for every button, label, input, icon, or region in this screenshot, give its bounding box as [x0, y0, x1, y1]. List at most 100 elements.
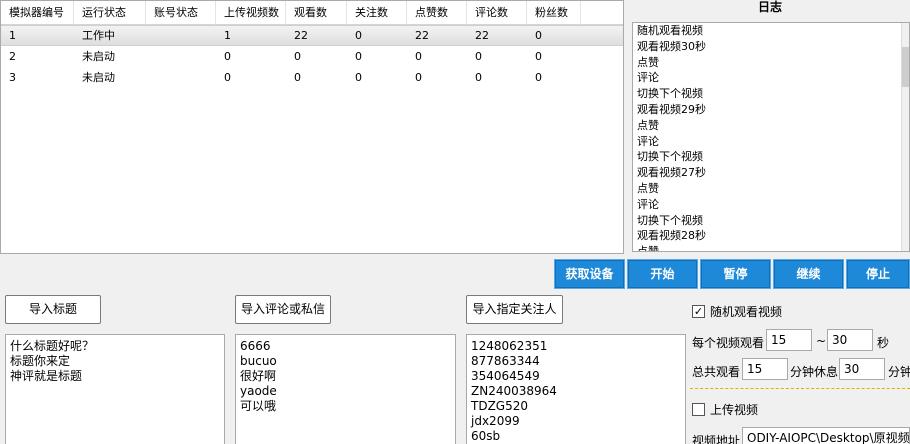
cell-fans: 0 — [535, 50, 542, 63]
emulator-table[interactable]: 模拟器编号 运行状态 账号状态 上传视频数 观看数 关注数 点赞数 评论数 粉丝… — [0, 0, 624, 254]
log-title: 日志 — [757, 0, 782, 14]
cell-follows: 0 — [355, 71, 362, 84]
cell-emulator-id: 2 — [9, 50, 16, 63]
per-video-label: 每个视频观看 — [692, 336, 765, 350]
column-header-views[interactable]: 观看数 — [286, 1, 347, 25]
table-row[interactable]: 1 工作中 1 22 0 22 22 0 — [1, 25, 623, 46]
column-header-follows[interactable]: 关注数 — [347, 1, 407, 25]
column-header-emulator-id[interactable]: 模拟器编号 — [1, 1, 74, 25]
seconds-unit: 秒 — [877, 336, 890, 350]
log-entry: 点赞 — [637, 55, 659, 69]
cell-views: 0 — [294, 50, 301, 63]
video-path-input[interactable]: ODIY-AIOPC\Desktop\原视频 — [742, 427, 910, 444]
per-video-max-input[interactable]: 30 — [827, 329, 873, 351]
table-header: 模拟器编号 运行状态 账号状态 上传视频数 观看数 关注数 点赞数 评论数 粉丝… — [1, 1, 623, 25]
import-comments-button[interactable]: 导入评论或私信 — [235, 295, 331, 324]
follow-id-line: 877863344 — [471, 354, 540, 368]
log-entry: 切换下个视频 — [637, 87, 703, 101]
follow-id-line: 354064549 — [471, 369, 540, 383]
minutes-unit: 分钟 — [888, 365, 910, 379]
cell-likes: 22 — [415, 29, 429, 42]
log-scrollbar[interactable] — [901, 23, 909, 251]
title-line: 标题你来定 — [10, 354, 71, 368]
column-header-likes[interactable]: 点赞数 — [407, 1, 467, 25]
log-entry: 观看视频29秒 — [637, 102, 706, 116]
range-separator: ~ — [816, 334, 827, 348]
cell-likes: 0 — [415, 50, 422, 63]
cell-follows: 0 — [355, 50, 362, 63]
log-entry: 评论 — [637, 71, 659, 85]
follow-id-line: ZN240038964 — [471, 384, 557, 398]
table-row[interactable]: 3 未启动 0 0 0 0 0 0 — [1, 67, 623, 88]
column-header-account-status[interactable]: 账号状态 — [146, 1, 216, 25]
cell-comments: 22 — [475, 29, 489, 42]
log-entry: 点赞 — [637, 245, 659, 252]
cell-likes: 0 — [415, 71, 422, 84]
stop-button[interactable]: 停止 — [846, 259, 910, 289]
import-follow-button[interactable]: 导入指定关注人 — [466, 295, 563, 324]
log-entry: 点赞 — [637, 181, 659, 195]
log-scrollbar-thumb[interactable] — [902, 47, 909, 87]
cell-comments: 0 — [475, 50, 482, 63]
comment-line: 6666 — [240, 339, 271, 353]
cell-run-status: 未启动 — [82, 71, 115, 84]
get-device-button[interactable]: 获取设备 — [554, 259, 625, 289]
total-watch-input[interactable]: 15 — [742, 358, 788, 380]
upload-video-label: 上传视频 — [710, 403, 759, 417]
cell-fans: 0 — [535, 29, 542, 42]
log-list[interactable]: 随机观看视频 观看视频30秒 点赞 评论 切换下个视频 观看视频29秒 点赞 评… — [632, 22, 910, 252]
random-watch-label: 随机观看视频 — [710, 305, 783, 319]
upload-video-option[interactable]: 上传视频 — [692, 401, 758, 418]
column-header-uploads[interactable]: 上传视频数 — [216, 1, 286, 25]
log-entry: 观看视频28秒 — [637, 229, 706, 243]
start-button[interactable]: 开始 — [627, 259, 698, 289]
column-header-fans[interactable]: 粉丝数 — [527, 1, 581, 25]
log-entry: 观看视频30秒 — [637, 39, 706, 53]
settings-separator — [690, 388, 910, 389]
comment-line: 可以哦 — [240, 399, 277, 413]
cell-emulator-id: 1 — [9, 29, 16, 42]
total-watch-label: 总共观看 — [692, 365, 741, 379]
title-line: 神评就是标题 — [10, 369, 83, 383]
cell-uploads: 1 — [224, 29, 231, 42]
cell-run-status: 未启动 — [82, 50, 115, 63]
follow-id-line: jdx2099 — [471, 414, 520, 428]
comments-textarea[interactable]: 6666 bucuo 很好啊 yaode 可以哦 — [235, 334, 456, 444]
log-entry: 切换下个视频 — [637, 150, 703, 164]
random-watch-checkbox[interactable]: ✓ — [692, 305, 705, 318]
follow-ids-textarea[interactable]: 1248062351 877863344 354064549 ZN2400389… — [466, 334, 686, 444]
cell-account-status — [146, 26, 216, 45]
comment-line: bucuo — [240, 354, 277, 368]
rest-input[interactable]: 30 — [839, 358, 885, 380]
pause-button[interactable]: 暂停 — [700, 259, 771, 289]
random-watch-option[interactable]: ✓ 随机观看视频 — [692, 303, 782, 320]
cell-emulator-id: 3 — [9, 71, 16, 84]
titles-textarea[interactable]: 什么标题好呢？ 标题你来定 神评就是标题 — [5, 334, 225, 444]
log-entry: 评论 — [637, 134, 659, 148]
comment-line: yaode — [240, 384, 277, 398]
cell-uploads: 0 — [224, 50, 231, 63]
per-video-min-input[interactable]: 15 — [766, 329, 812, 351]
cell-run-status: 工作中 — [82, 29, 115, 42]
upload-video-checkbox[interactable] — [692, 403, 705, 416]
cell-follows: 0 — [355, 29, 362, 42]
import-titles-button[interactable]: 导入标题 — [5, 295, 101, 324]
cell-account-status — [146, 46, 216, 67]
follow-id-line: TDZG520 — [471, 399, 528, 413]
resume-button[interactable]: 继续 — [773, 259, 844, 289]
cell-fans: 0 — [535, 71, 542, 84]
table-row[interactable]: 2 未启动 0 0 0 0 0 0 — [1, 46, 623, 67]
cell-uploads: 0 — [224, 71, 231, 84]
cell-comments: 0 — [475, 71, 482, 84]
log-entry: 随机观看视频 — [637, 24, 703, 37]
comment-line: 很好啊 — [240, 369, 277, 383]
video-path-label: 视频地址 — [692, 434, 741, 444]
follow-id-line: 1248062351 — [471, 339, 548, 353]
column-header-comments[interactable]: 评论数 — [467, 1, 527, 25]
cell-views: 0 — [294, 71, 301, 84]
log-entry: 点赞 — [637, 118, 659, 132]
column-header-run-status[interactable]: 运行状态 — [74, 1, 146, 25]
cell-account-status — [146, 67, 216, 88]
log-entry: 切换下个视频 — [637, 213, 703, 227]
rest-label: 分钟休息 — [790, 365, 839, 379]
